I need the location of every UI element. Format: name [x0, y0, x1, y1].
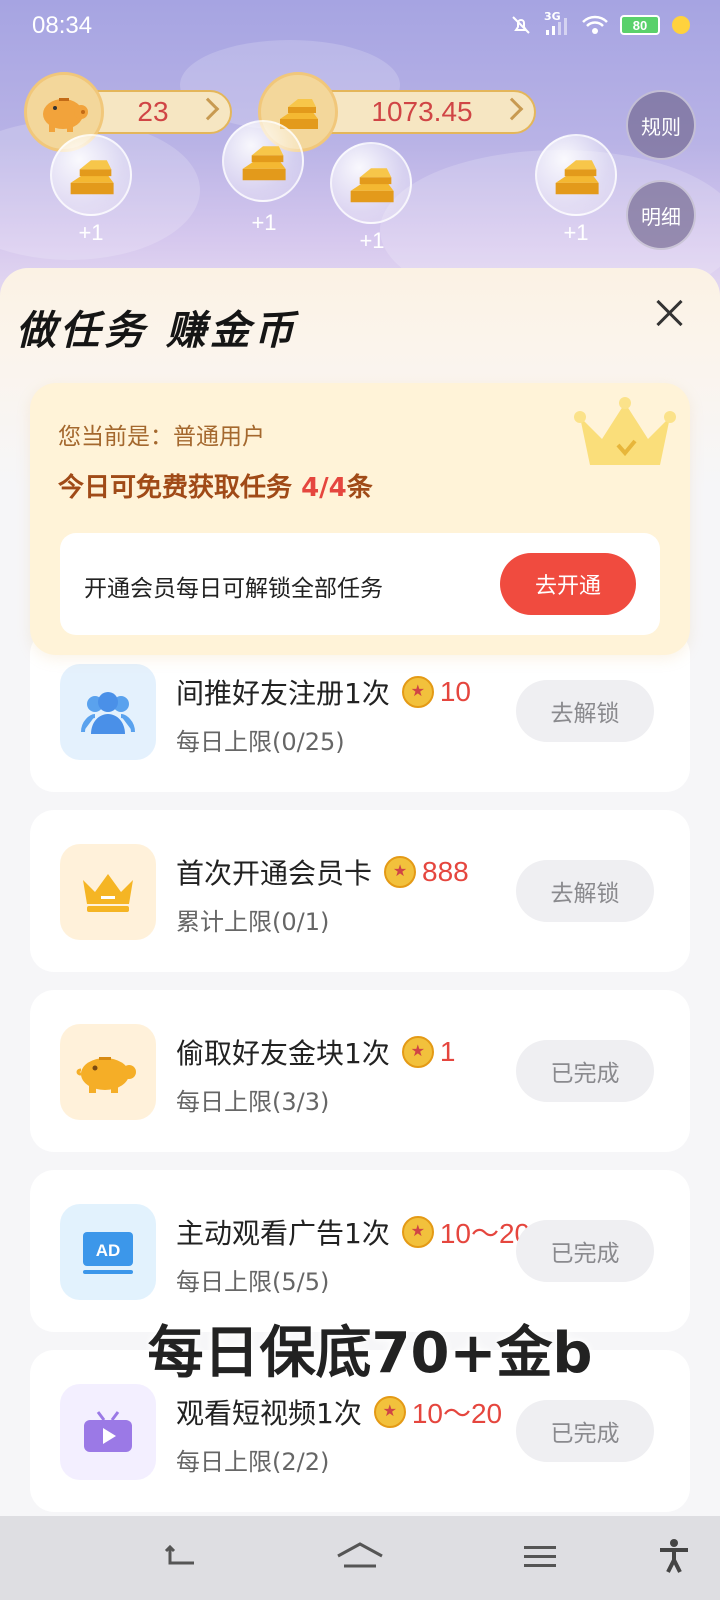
- task-title-row: 间推好友注册1次 10: [176, 672, 471, 712]
- coin-icon: [401, 1216, 434, 1248]
- system-nav-bar: [0, 1516, 720, 1600]
- coin-icon: [401, 1036, 434, 1068]
- back-icon[interactable]: [160, 1536, 200, 1576]
- completed-button[interactable]: 已完成: [516, 1220, 654, 1282]
- task-title: 首次开通会员卡: [176, 857, 373, 890]
- home-icon[interactable]: [336, 1536, 384, 1576]
- task-title: 偷取好友金块1次: [176, 1037, 390, 1070]
- rules-button[interactable]: 规则: [626, 90, 696, 160]
- task-title-row: 观看短视频1次 10～20: [176, 1392, 502, 1432]
- piggy-bank-icon: [60, 1024, 156, 1120]
- gold-bar-icon: [350, 168, 394, 203]
- svg-text:AD: AD: [96, 1241, 121, 1260]
- task-limit: 累计上限(0/1): [176, 908, 330, 936]
- task-title-row: 主动观看广告1次10～20: [176, 1212, 530, 1252]
- signal-icon: 3G: [544, 10, 570, 36]
- bubble-label: +1: [78, 220, 104, 245]
- membership-promo: 开通会员每日可解锁全部任务 去开通: [60, 533, 660, 635]
- task-reward: 888: [422, 856, 469, 887]
- wifi-icon: [582, 15, 608, 34]
- mute-icon: [512, 16, 530, 34]
- task-reward: 10: [439, 676, 471, 707]
- ad-icon: AD: [60, 1204, 156, 1300]
- piggy-counter[interactable]: 23: [24, 72, 232, 152]
- unlock-button[interactable]: 去解锁: [516, 860, 654, 922]
- completed-button[interactable]: 已完成: [516, 1400, 654, 1462]
- open-membership-button[interactable]: 去开通: [500, 553, 636, 615]
- charging-icon: [672, 16, 690, 34]
- close-icon[interactable]: [654, 298, 684, 328]
- task-title-row: 首次开通会员卡 888: [176, 852, 469, 892]
- bubble-label: +1: [563, 220, 589, 245]
- gold-bar-icon: [242, 146, 286, 181]
- task-reward: 10～20: [411, 1398, 503, 1429]
- crown-icon: [574, 397, 676, 465]
- battery-icon: 80: [620, 15, 660, 35]
- task-limit: 每日上限(3/3): [176, 1088, 330, 1116]
- gold-bubble[interactable]: [330, 142, 412, 224]
- accessibility-icon[interactable]: [654, 1536, 694, 1576]
- overlay-caption: 每日保底70+金b: [147, 1321, 593, 1386]
- bubble-label: +1: [251, 210, 277, 235]
- task-title: 观看短视频1次: [176, 1397, 362, 1430]
- task-panel: 做任务 赚金币 间推好友注册1次 10 每日上限(0/25) 去解锁 首次开通会员…: [0, 268, 720, 1518]
- completed-button[interactable]: 已完成: [516, 1040, 654, 1102]
- free-tasks-count: 4/4: [301, 473, 347, 503]
- piggy-count: 23: [137, 96, 169, 127]
- status-bar: 08:34 3G 80: [0, 0, 720, 56]
- gold-bar-icon: [555, 160, 599, 195]
- task-limit: 每日上限(5/5): [176, 1268, 330, 1296]
- chevron-right-icon: [196, 97, 220, 121]
- member-card: 您当前是：普通用户 今日可免费获取任务 4/4条 开通会员每日可解锁全部任务 去…: [30, 383, 690, 655]
- task-title: 间推好友注册1次: [176, 677, 390, 710]
- menu-icon[interactable]: [520, 1536, 560, 1576]
- users-icon: [60, 664, 156, 760]
- gold-count: 1073.45: [371, 96, 473, 127]
- gold-bubble[interactable]: [535, 134, 617, 216]
- crown-icon: [60, 844, 156, 940]
- tv-icon: [60, 1384, 156, 1480]
- details-button[interactable]: 明细: [626, 180, 696, 250]
- task-title-row: 偷取好友金块1次 1: [176, 1032, 455, 1072]
- task-card: 首次开通会员卡 888 累计上限(0/1) 去解锁: [30, 810, 690, 972]
- coin-icon: [373, 1396, 406, 1428]
- gold-bubble[interactable]: [50, 134, 132, 216]
- gold-bubble[interactable]: [222, 120, 304, 202]
- chevron-right-icon: [500, 97, 524, 121]
- task-card: 偷取好友金块1次 1 每日上限(3/3) 已完成: [30, 990, 690, 1152]
- gold-bar-icon: [70, 160, 114, 195]
- task-title: 主动观看广告1次: [176, 1217, 390, 1250]
- status-icons: 3G 80: [510, 10, 690, 36]
- coin-icon: [384, 856, 417, 888]
- bubble-label: +1: [359, 228, 385, 253]
- gold-counter[interactable]: 1073.45: [258, 72, 536, 152]
- free-tasks-info: 今日可免费获取任务 4/4条: [58, 467, 373, 504]
- task-limit: 每日上限(0/25): [176, 728, 345, 756]
- free-tasks-prefix: 今日可免费获取任务: [58, 473, 302, 503]
- panel-title: 做任务 赚金币: [16, 308, 298, 354]
- task-reward: 1: [439, 1036, 456, 1067]
- membership-promo-text: 开通会员每日可解锁全部任务: [84, 576, 383, 602]
- coin-icon: [401, 676, 434, 708]
- free-tasks-suffix: 条: [346, 473, 373, 503]
- unlock-button[interactable]: 去解锁: [516, 680, 654, 742]
- status-time: 08:34: [32, 12, 93, 39]
- task-limit: 每日上限(2/2): [176, 1448, 330, 1476]
- member-status: 您当前是：普通用户: [58, 424, 265, 450]
